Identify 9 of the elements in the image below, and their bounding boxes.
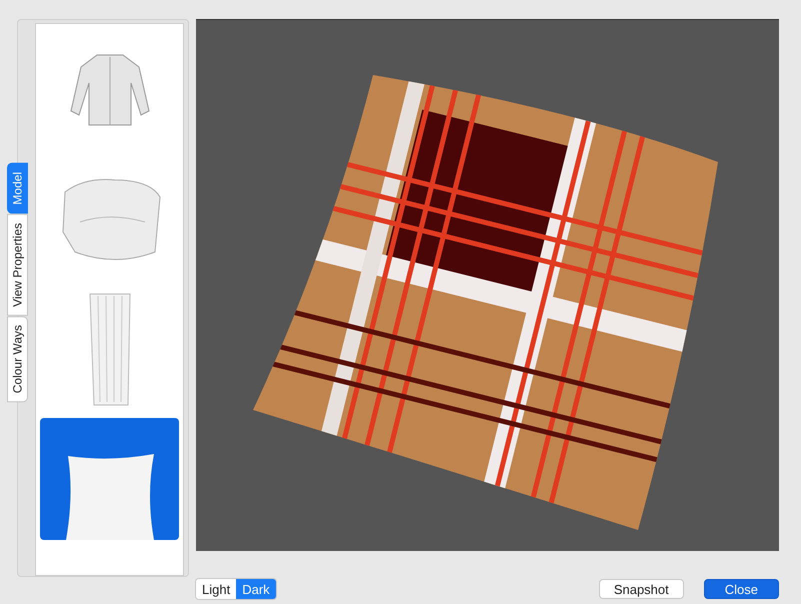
side-tab[interactable]: Colour Ways — [7, 316, 28, 402]
model-item[interactable] — [40, 418, 179, 540]
3d-viewport[interactable] — [196, 19, 779, 551]
side-tab[interactable]: View Properties — [7, 214, 28, 316]
snapshot-button[interactable]: Snapshot — [598, 579, 684, 599]
close-button[interactable]: Close — [704, 579, 779, 599]
side-tab[interactable]: Model — [7, 163, 28, 214]
theme-toggle-button[interactable]: Dark — [236, 579, 276, 599]
curtain-icon — [88, 292, 132, 406]
